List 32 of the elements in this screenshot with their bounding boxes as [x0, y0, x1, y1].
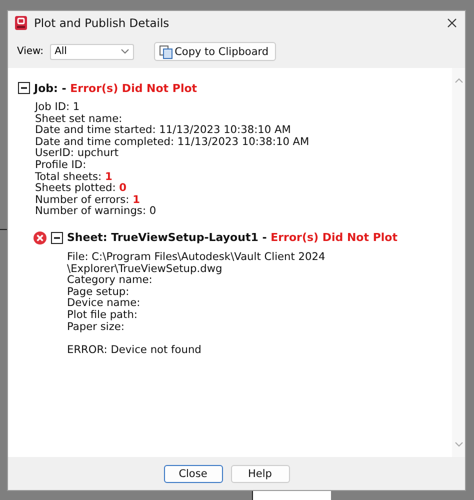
detail-line: Plot file path:	[67, 310, 138, 322]
detail-line: Job ID: 1	[35, 102, 81, 113]
copy-icon	[158, 44, 173, 58]
window-title: Plot and Publish Details	[34, 16, 170, 30]
detail-line: Device name:	[67, 298, 142, 310]
detail-line: Date and time completed: 11/13/2023 10:38:10 AM	[35, 136, 310, 148]
collapse-icon[interactable]	[18, 82, 30, 94]
section-heading: Sheet: TrueViewSetup-Layout1 - Error(s) Did Not Plot	[67, 231, 398, 244]
detail-line: Number of errors: 1	[35, 194, 141, 206]
detail-line: Sheet set name:	[35, 114, 124, 125]
view-dropdown[interactable]: All	[50, 44, 134, 60]
section-heading: Job: - Error(s) Did Not Plot	[34, 82, 198, 94]
dialog-button[interactable]: Help	[230, 464, 290, 482]
detail-line: Profile ID:	[35, 160, 88, 172]
detail-line: Category name:	[67, 275, 152, 287]
detail-line: Sheets plotted: 0	[35, 183, 128, 195]
close-icon[interactable]	[447, 18, 457, 28]
detail-line: UserID: upchurt	[35, 148, 119, 160]
collapse-icon[interactable]	[51, 232, 63, 244]
detail-line: Date and time started: 11/13/2023 10:38:10 AM	[35, 125, 292, 137]
detail-line: Total sheets: 1	[35, 172, 114, 183]
app-icon	[15, 16, 27, 30]
copy-to-clipboard-button[interactable]: Copy to Clipboard	[154, 42, 276, 61]
view-label: View:	[17, 46, 44, 57]
detail-line: \Explorer\TrueViewSetup.dwg	[67, 264, 224, 275]
dialog-button[interactable]: Close	[164, 464, 222, 482]
detail-line: Paper size:	[67, 322, 126, 334]
error-message: ERROR: Device not found	[67, 344, 202, 356]
chevron-down-icon	[120, 49, 129, 54]
detail-line: Page setup:	[67, 286, 130, 298]
detail-line: Number of warnings: 0	[35, 206, 158, 218]
detail-line: File: C:\Program Files\Autodesk\Vault Client 2024	[67, 252, 326, 264]
